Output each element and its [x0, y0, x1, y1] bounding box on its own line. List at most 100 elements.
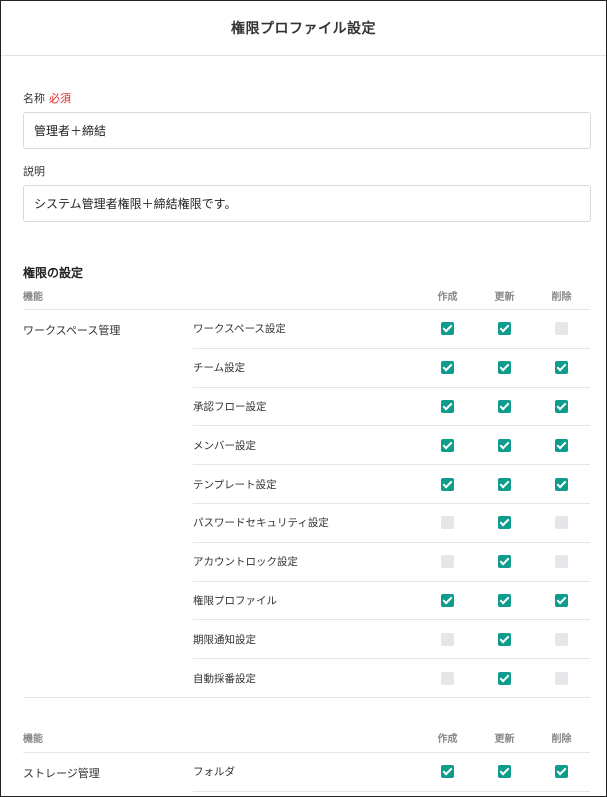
update-cell [476, 361, 533, 375]
table-row: パスワードセキュリティ設定 [193, 504, 590, 543]
update-checkbox[interactable] [498, 477, 511, 491]
header-feature: 機能 [23, 291, 43, 303]
table-header: 機能 作成 更新 削除 [23, 281, 590, 310]
row-label: ワークスペース設定 [193, 323, 286, 336]
delete-checkbox[interactable] [555, 593, 568, 607]
table-header: 機能 作成 更新 削除 [23, 724, 590, 753]
delete-checkbox[interactable] [555, 555, 568, 569]
delete-cell [533, 399, 590, 413]
table-row: ファイル一括移動 [193, 792, 590, 796]
update-cell [476, 477, 533, 491]
table-row: チーム設定 [193, 349, 590, 388]
create-checkbox[interactable] [441, 399, 454, 413]
create-checkbox[interactable] [441, 671, 454, 685]
delete-checkbox[interactable] [555, 516, 568, 530]
header-update: 更新 [494, 734, 515, 746]
table-row: アカウントロック設定 [193, 543, 590, 582]
create-cell [419, 555, 476, 569]
create-cell [419, 516, 476, 530]
delete-checkbox[interactable] [555, 632, 568, 646]
delete-cell [533, 765, 590, 779]
delete-checkbox[interactable] [555, 671, 568, 685]
create-cell [419, 593, 476, 607]
table-row: 期限通知設定 [193, 620, 590, 660]
update-checkbox[interactable] [498, 671, 511, 685]
update-checkbox[interactable] [498, 555, 511, 569]
table-row: 権限プロファイル [193, 582, 590, 621]
update-checkbox[interactable] [498, 516, 511, 530]
group-name: ストレージ管理 [23, 766, 100, 780]
desc-label: 説明 [23, 165, 45, 178]
delete-checkbox[interactable] [555, 438, 568, 452]
row-label: テンプレート設定 [193, 478, 277, 491]
name-field-value: 管理者＋締結 [34, 124, 107, 138]
permission-group: ワークスペース管理 ワークスペース設定 チーム設定承認フロー設定 メンバー設定テンプレ… [23, 310, 590, 698]
delete-checkbox[interactable] [555, 765, 568, 779]
delete-cell [533, 632, 590, 646]
row-label: アカウントロック設定 [193, 556, 298, 569]
permission-table: 機能 作成 更新 削除 ワークスペース管理 ワークスペース設定 チーム設定 承認フロー設定 メン… [23, 281, 590, 698]
create-checkbox[interactable] [441, 516, 454, 530]
row-label: チーム設定 [193, 362, 246, 375]
update-checkbox[interactable] [498, 765, 511, 779]
table-row: テンプレート設定 [193, 465, 590, 504]
update-cell [476, 765, 533, 779]
create-cell [419, 399, 476, 413]
update-checkbox[interactable] [498, 361, 511, 375]
group-name: ワークスペース管理 [23, 324, 121, 337]
update-cell [476, 516, 533, 530]
create-cell [419, 361, 476, 375]
delete-cell [533, 361, 590, 375]
delete-checkbox[interactable] [555, 399, 568, 413]
page-title: 権限プロファイル設定 [231, 21, 376, 37]
create-checkbox[interactable] [441, 438, 454, 452]
update-checkbox[interactable] [498, 322, 511, 336]
name-label: 名称 [23, 92, 45, 105]
create-checkbox[interactable] [441, 361, 454, 375]
update-checkbox[interactable] [498, 438, 511, 452]
header-feature: 機能 [23, 734, 43, 746]
update-cell [476, 399, 533, 413]
delete-checkbox[interactable] [555, 361, 568, 375]
create-cell [419, 438, 476, 452]
table-row: ワークスペース設定 [193, 310, 590, 349]
name-label-row: 名称 必須 [23, 90, 590, 106]
row-label: パスワードセキュリティ設定 [193, 517, 329, 530]
description-field-value: システム管理者権限＋締結権限です。 [34, 197, 237, 211]
dialog-frame: 権限プロファイル設定 名称 必須 管理者＋締結 説明 システム管理者権限＋締結権… [0, 0, 607, 797]
desc-label-row: 説明 [23, 163, 590, 179]
delete-cell [533, 593, 590, 607]
header-update: 更新 [494, 291, 515, 303]
permission-tables: 機能 作成 更新 削除 ワークスペース管理 ワークスペース設定 チーム設定 承認フロー設定 メン… [23, 281, 590, 796]
create-checkbox[interactable] [441, 477, 454, 491]
description-field[interactable]: システム管理者権限＋締結権限です。 [23, 185, 591, 222]
row-label: 期限通知設定 [193, 633, 256, 646]
create-checkbox[interactable] [441, 322, 454, 336]
update-cell [476, 593, 533, 607]
create-checkbox[interactable] [441, 593, 454, 607]
delete-checkbox[interactable] [555, 322, 568, 336]
update-checkbox[interactable] [498, 593, 511, 607]
create-checkbox[interactable] [441, 632, 454, 646]
update-checkbox[interactable] [498, 399, 511, 413]
row-label: メンバー設定 [193, 439, 256, 452]
create-cell [419, 477, 476, 491]
row-label: 自動採番設定 [193, 672, 256, 685]
update-checkbox[interactable] [498, 632, 511, 646]
create-checkbox[interactable] [441, 765, 454, 779]
group-rows: ワークスペース設定 チーム設定承認フロー設定 メンバー設定テンプレート設定パスワード… [193, 310, 590, 697]
header-create: 作成 [437, 734, 458, 746]
permissions-section-title: 権限の設定 [23, 266, 84, 280]
name-field[interactable]: 管理者＋締結 [23, 112, 591, 149]
header-delete: 削除 [551, 291, 572, 303]
delete-cell [533, 671, 590, 685]
row-label: 承認フロー設定 [193, 400, 267, 413]
create-checkbox[interactable] [441, 555, 454, 569]
delete-cell [533, 555, 590, 569]
delete-cell [533, 438, 590, 452]
table-row: 承認フロー設定 [193, 388, 590, 427]
update-cell [476, 632, 533, 646]
delete-checkbox[interactable] [555, 477, 568, 491]
create-cell [419, 765, 476, 779]
group-rows: フォルダファイル一括移動 [193, 753, 590, 796]
